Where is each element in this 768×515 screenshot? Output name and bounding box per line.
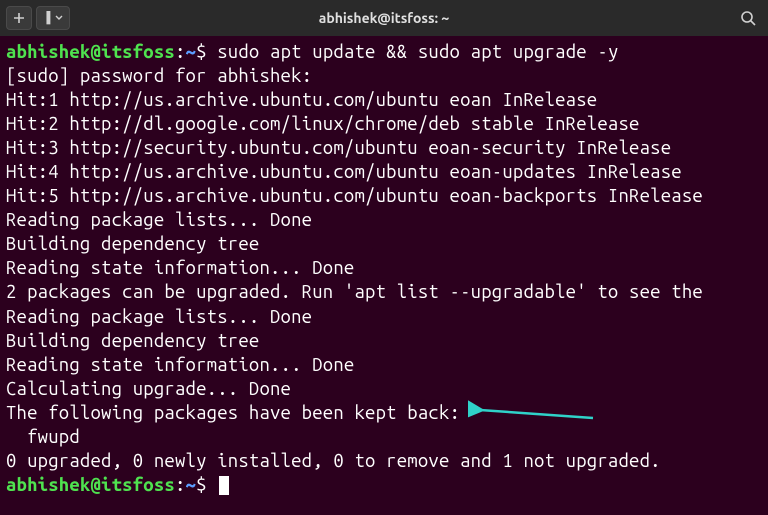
output-line: Reading package lists... Done [6,210,312,230]
chevron-down-icon [55,14,63,22]
titlebar-right-controls [734,4,762,32]
new-tab-button[interactable] [6,6,32,30]
output-line: Calculating upgrade... Done [6,379,291,399]
window-titlebar: ▐ abhishek@itsfoss: ~ [0,0,768,36]
window-title: abhishek@itsfoss: ~ [319,9,450,27]
output-line: Hit:2 http://dl.google.com/linux/chrome/… [6,114,640,134]
tab-menu-button[interactable]: ▐ [36,6,70,30]
prompt-sep2: $ [196,475,207,495]
prompt-sep1: : [175,475,186,495]
search-button[interactable] [734,4,762,32]
output-line: Hit:4 http://us.archive.ubuntu.com/ubunt… [6,162,682,182]
output-line: Hit:5 http://us.archive.ubuntu.com/ubunt… [6,186,703,206]
command-text: sudo apt update && sudo apt upgrade -y [217,42,618,62]
prompt-path: ~ [186,42,197,62]
prompt-sep1: : [175,42,186,62]
output-line: Reading state information... Done [6,258,354,278]
output-line: Hit:3 http://security.ubuntu.com/ubuntu … [6,138,671,158]
output-line: 0 upgraded, 0 newly installed, 0 to remo… [6,451,661,471]
output-line: 2 packages can be upgraded. Run 'apt lis… [6,282,703,302]
output-line: Building dependency tree [6,331,259,351]
prompt-sep2: $ [196,42,207,62]
tab-indicator: ▐ [43,11,51,25]
output-line: Building dependency tree [6,234,259,254]
cursor [219,476,229,495]
output-line: fwupd [6,427,80,447]
prompt-path: ~ [186,475,197,495]
prompt-user: abhishek@itsfoss [6,475,175,495]
output-line: [sudo] password for abhishek: [6,66,312,86]
search-icon [740,10,756,26]
titlebar-left-controls: ▐ [6,6,70,30]
output-line: The following packages have been kept ba… [6,403,460,423]
prompt-line-2: abhishek@itsfoss:~$ [6,475,229,495]
prompt-line-1: abhishek@itsfoss:~$ sudo apt update && s… [6,42,619,62]
output-line: Reading package lists... Done [6,307,312,327]
terminal-body[interactable]: abhishek@itsfoss:~$ sudo apt update && s… [0,36,768,503]
output-line: Hit:1 http://us.archive.ubuntu.com/ubunt… [6,90,597,110]
output-line: Reading state information... Done [6,355,354,375]
plus-icon [13,12,25,24]
prompt-user: abhishek@itsfoss [6,42,175,62]
